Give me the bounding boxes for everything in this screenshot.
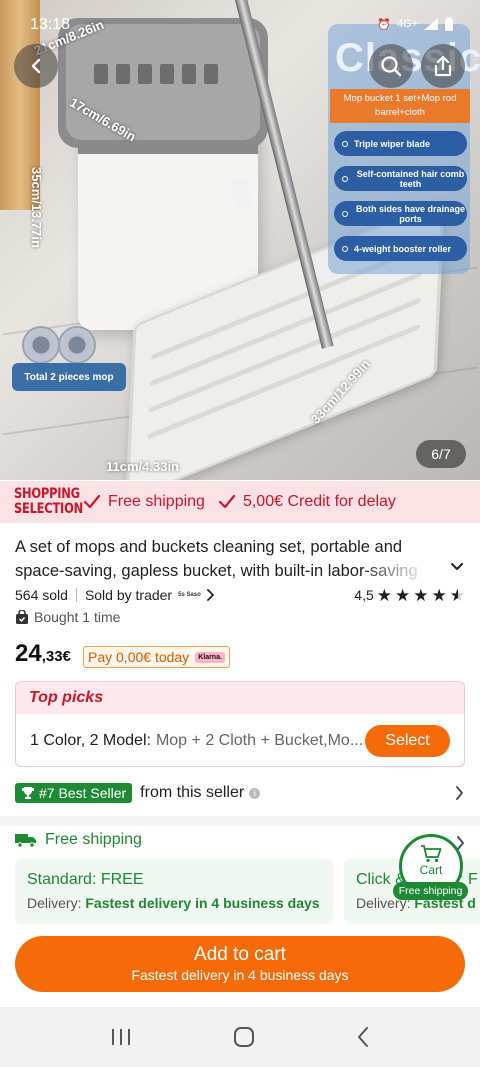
bought-info: Bought 1 time [15, 609, 120, 625]
product-image[interactable]: Total 2 pieces mop 21cm/8.26in 17cm/6.69… [0, 0, 480, 480]
cart-icon [421, 845, 442, 863]
mop-pad [58, 326, 96, 364]
star-icon: ★ [395, 585, 411, 605]
shipping-heading[interactable]: Free shipping [15, 831, 142, 849]
image-counter: 6/7 [416, 440, 466, 468]
section-divider [0, 816, 480, 826]
klarna-logo: Klarna. [195, 651, 225, 663]
select-button[interactable]: Select [365, 725, 450, 757]
title-fade [360, 559, 428, 583]
dim-height: 35cm/13.77in [28, 167, 44, 248]
share-button[interactable] [421, 44, 465, 88]
feature-pill: Both sides have drainage ports [334, 201, 467, 226]
total-pieces-badge: Total 2 pieces mop [12, 363, 126, 391]
mop-pad [22, 326, 60, 364]
best-seller-badge: #7 Best Seller [15, 783, 133, 803]
feature-pill: Triple wiper blade [334, 131, 467, 156]
product-meta: 564 sold Sold by trader 5s Saso 4,5 ★ ★ … [15, 585, 465, 605]
seller-logo: 5s Saso [178, 592, 201, 598]
cart-label: Cart [419, 863, 443, 877]
add-to-cart-label: Add to cart [194, 944, 286, 965]
top-picks-card: Top picks 1 Color, 2 Model: Mop + 2 Clot… [15, 681, 465, 767]
klarna-badge[interactable]: Pay 0,00€ today Klarna. [83, 646, 230, 668]
search-button[interactable] [369, 44, 413, 88]
sold-count: 564 sold [15, 587, 68, 603]
spec-subtitle: Mop bucket 1 set+Mop rod barrel+cloth [330, 89, 470, 123]
promo-bar[interactable]: SHOPPING SELECTION Free shipping 5,00€ C… [0, 481, 480, 523]
shopping-bag-icon [16, 609, 28, 624]
home-icon[interactable] [233, 1026, 255, 1048]
status-icons: ⏰ 4G+ [377, 17, 454, 31]
bucket-band [78, 140, 258, 154]
best-seller-text: from this seller [140, 784, 245, 801]
price-integer: 24 [15, 640, 42, 667]
alarm-icon: ⏰ [377, 18, 391, 31]
status-time: 13:18 [30, 16, 71, 33]
product-page: Total 2 pieces mop 21cm/8.26in 17cm/6.69… [0, 0, 480, 1067]
shopping-selection-logo: SHOPPING SELECTION [14, 486, 83, 517]
star-icon: ★ [431, 585, 447, 605]
signal-icon [424, 18, 438, 30]
add-to-cart-button[interactable]: Add to cart Fastest delivery in 4 busine… [15, 936, 465, 992]
feature-pill: Self-contained hair comb teeth [334, 166, 467, 191]
dim-mop-width: 11cm/4.33in [106, 459, 179, 474]
price-decimal: ,33€ [41, 648, 71, 665]
cart-free-shipping-tag: Free shipping [393, 882, 468, 900]
chevron-left-icon [31, 58, 41, 74]
system-nav-bar [0, 1007, 480, 1067]
shipping-option-desc: Delivery: Fastest delivery in 4 business… [27, 895, 320, 911]
check-icon [218, 495, 235, 509]
price: 24 ,33€ [15, 640, 71, 668]
truck-icon [15, 834, 36, 848]
chevron-right-icon [206, 589, 214, 601]
back-button[interactable] [14, 44, 58, 88]
feature-pill: 4-weight booster roller [334, 236, 467, 261]
top-picks-heading: Top picks [16, 682, 464, 714]
promo-credit-delay: 5,00€ Credit for delay [218, 493, 396, 511]
battery-icon [445, 17, 453, 31]
check-icon [84, 495, 100, 509]
search-icon [381, 56, 402, 77]
recents-icon[interactable] [110, 1027, 132, 1047]
shipping-option-standard[interactable]: Standard: FREE Delivery: Fastest deliver… [15, 859, 333, 924]
star-icon: ★ [413, 585, 429, 605]
info-icon[interactable]: i [249, 787, 261, 799]
trophy-icon [22, 787, 34, 799]
chevron-down-icon[interactable] [450, 562, 464, 572]
chevron-right-icon[interactable] [454, 786, 464, 800]
network-label: 4G+ [396, 18, 418, 30]
shipping-option-title: Standard: FREE [27, 871, 144, 888]
star-icon: ★ [376, 585, 392, 605]
back-nav-icon[interactable] [356, 1026, 370, 1048]
rating-value: 4,5 [354, 587, 374, 603]
add-to-cart-sub: Fastest delivery in 4 business days [131, 967, 349, 983]
variant-value: Mop + 2 Cloth + Bucket,Mo... [155, 732, 364, 749]
rating[interactable]: 4,5 ★ ★ ★ ★ ★ [354, 587, 465, 604]
promo-free-shipping: Free shipping [84, 493, 205, 511]
star-half-icon: ★ [449, 585, 465, 605]
share-icon [434, 55, 452, 77]
best-seller-row[interactable]: #7 Best Seller from this seller i [15, 780, 465, 806]
variant-label: 1 Color, 2 Model: [30, 732, 151, 749]
sold-by-link[interactable]: Sold by trader 5s Saso [85, 587, 215, 603]
divider [75, 588, 77, 602]
